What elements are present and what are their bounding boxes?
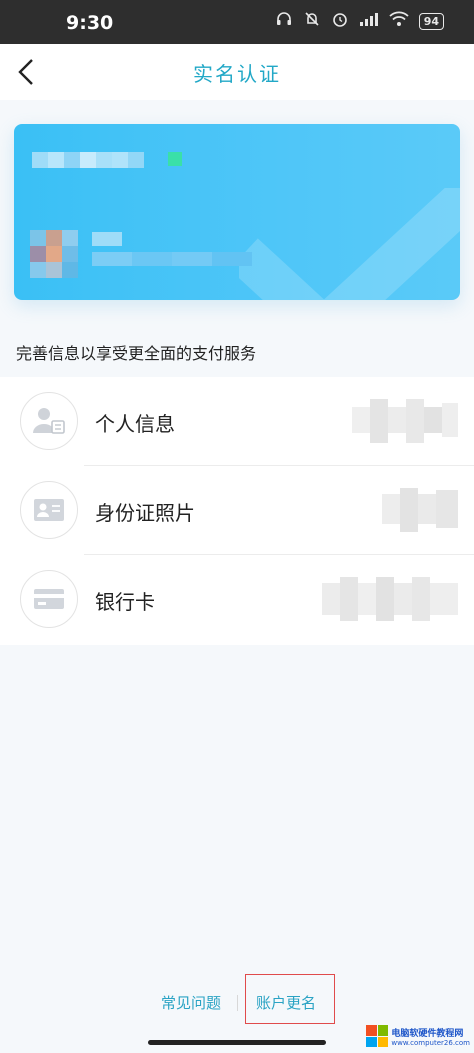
list-item-label: 银行卡 (95, 590, 155, 614)
verification-list: 个人信息 身份证照片 银行卡 (0, 377, 474, 645)
masked-value (322, 577, 458, 621)
status-icons: 94 (275, 10, 444, 32)
faq-link[interactable]: 常见问题 (161, 992, 221, 1013)
bank-card-icon (20, 570, 78, 628)
hint-text: 完善信息以享受更全面的支付服务 (16, 344, 257, 363)
list-item-label: 个人信息 (95, 412, 175, 436)
highlight-box (245, 974, 335, 1024)
id-card-icon (20, 481, 78, 539)
checkmark-icon (239, 188, 460, 300)
verification-card (14, 124, 460, 300)
masked-avatar (30, 230, 78, 278)
masked-details (92, 232, 252, 272)
alarm-icon (331, 10, 349, 32)
headset-icon (275, 10, 293, 32)
footer-links: 常见问题 账户更名 (0, 975, 474, 1025)
watermark-title: 电脑软硬件教程网 (391, 1028, 464, 1039)
list-item-id-photo[interactable]: 身份证照片 (0, 466, 474, 555)
watermark-text: 电脑软硬件教程网 www.computer26.com (391, 1026, 470, 1047)
status-bar: 9:30 94 (0, 0, 474, 44)
wifi-icon (389, 11, 409, 31)
masked-value (382, 488, 458, 532)
bell-off-icon (303, 10, 321, 32)
nav-bar: 实名认证 (0, 44, 474, 100)
signal-icon (359, 11, 379, 31)
person-card-icon (20, 392, 78, 450)
status-time: 9:30 (66, 12, 114, 34)
footer-separator (237, 995, 238, 1011)
watermark: 电脑软硬件教程网 www.computer26.com (366, 1025, 470, 1047)
battery-indicator: 94 (418, 12, 444, 30)
list-item-label: 身份证照片 (95, 501, 195, 525)
masked-value (352, 399, 458, 443)
windows-logo-icon (366, 1025, 389, 1047)
watermark-url: www.computer26.com (391, 1038, 470, 1047)
page-title: 实名认证 (193, 62, 281, 86)
list-item-personal-info[interactable]: 个人信息 (0, 377, 474, 466)
home-indicator[interactable] (148, 1040, 326, 1045)
masked-name (32, 152, 182, 168)
list-item-bank-card[interactable]: 银行卡 (0, 555, 474, 644)
